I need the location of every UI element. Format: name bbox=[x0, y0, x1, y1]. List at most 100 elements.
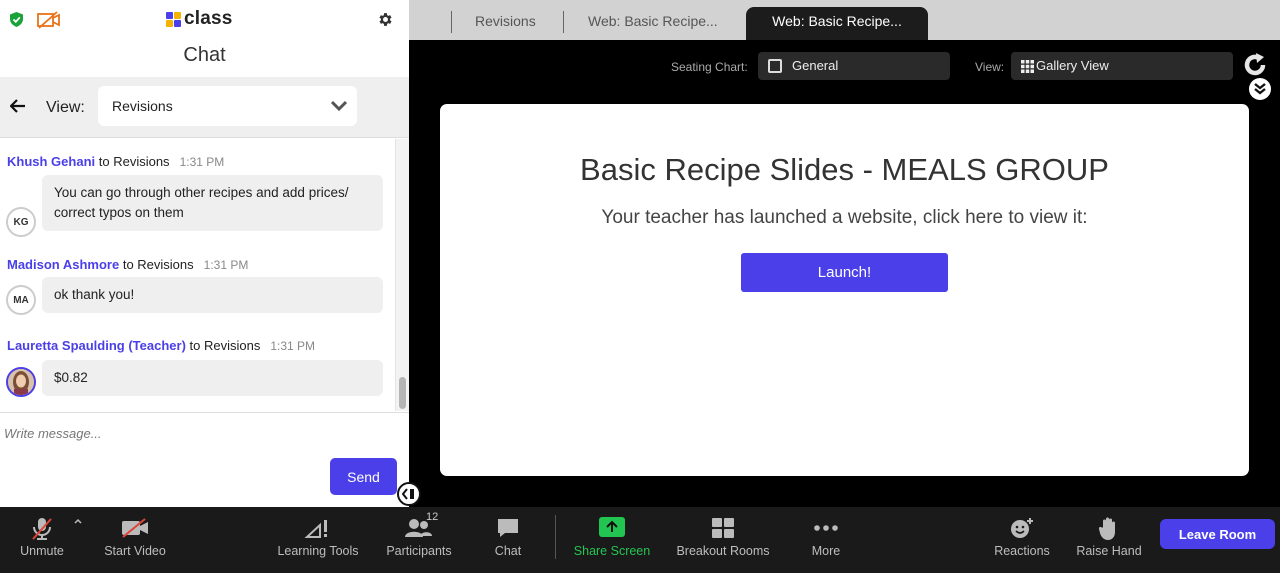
message-time: 1:31 PM bbox=[203, 258, 249, 272]
breakout-rooms-icon bbox=[712, 518, 734, 538]
collapse-panel-handle[interactable] bbox=[397, 482, 421, 506]
breakout-rooms-button[interactable]: Breakout Rooms bbox=[670, 507, 776, 573]
chat-bubble-icon bbox=[498, 519, 518, 537]
message-sender[interactable]: Madison Ashmore bbox=[7, 257, 119, 272]
share-screen-label: Share Screen bbox=[573, 544, 651, 558]
video-off-icon bbox=[122, 518, 148, 538]
card-subtitle: Your teacher has launched a website, cli… bbox=[601, 207, 1088, 228]
more-label: More bbox=[811, 544, 841, 558]
start-video-label: Start Video bbox=[104, 544, 166, 558]
seating-chart-label: Seating Chart: bbox=[671, 60, 748, 74]
tab-separator bbox=[451, 11, 452, 33]
collapse-chevron-icon bbox=[402, 488, 414, 500]
reactions-button[interactable]: Reactions bbox=[986, 507, 1058, 573]
gear-icon[interactable] bbox=[377, 11, 394, 28]
chat-message-header: Lauretta Spaulding (Teacher) to Revision… bbox=[7, 338, 315, 353]
chat-view-row: View: Revisions bbox=[0, 77, 409, 138]
start-video-button[interactable]: Start Video bbox=[96, 507, 174, 573]
avatar: MA bbox=[6, 285, 36, 315]
double-chevron-down-icon bbox=[1254, 83, 1266, 95]
leave-room-button[interactable]: Leave Room bbox=[1160, 519, 1275, 549]
chat-message-list: Khush Gehani to Revisions 1:31 PM You can… bbox=[0, 139, 395, 411]
launch-button[interactable]: Launch! bbox=[741, 253, 948, 292]
more-button[interactable]: More bbox=[796, 507, 856, 573]
message-sender[interactable]: Khush Gehani bbox=[7, 154, 95, 169]
view-mode-select[interactable]: Gallery View bbox=[1011, 52, 1233, 80]
message-recipient: to Revisions bbox=[189, 338, 261, 353]
teacher-photo-icon bbox=[8, 369, 34, 395]
view-mode-label: View: bbox=[975, 60, 1005, 74]
tab-bar: Revisions Web: Basic Recipe... Web: Basi… bbox=[409, 0, 1280, 40]
avatar-teacher-photo bbox=[6, 367, 36, 397]
reactions-label: Reactions bbox=[994, 544, 1050, 558]
checkbox-icon[interactable] bbox=[768, 59, 782, 73]
chat-button[interactable]: Chat bbox=[478, 507, 538, 573]
bottom-toolbar: Unmute Start Video Learning Tools 12 Par… bbox=[0, 507, 1280, 573]
view-bar: Seating Chart: General View: Gallery Vie… bbox=[409, 40, 1280, 104]
back-arrow-icon[interactable] bbox=[10, 98, 26, 114]
chat-view-select-value: Revisions bbox=[112, 98, 173, 114]
chat-view-select[interactable]: Revisions bbox=[98, 86, 357, 126]
message-sender[interactable]: Lauretta Spaulding (Teacher) bbox=[7, 338, 186, 353]
smiley-plus-icon bbox=[1011, 518, 1033, 538]
chat-label: Chat bbox=[494, 544, 522, 558]
tab-web-basic-recipe-1[interactable]: Web: Basic Recipe... bbox=[588, 7, 728, 40]
message-bubble: $0.82 bbox=[42, 360, 383, 396]
raise-hand-label: Raise Hand bbox=[1076, 544, 1142, 558]
chat-message-header: Madison Ashmore to Revisions 1:31 PM bbox=[7, 257, 248, 272]
message-bubble: You can go through other recipes and add… bbox=[42, 175, 383, 231]
view-mode-value: Gallery View bbox=[1036, 58, 1109, 73]
share-screen-button[interactable]: Share Screen bbox=[566, 507, 658, 573]
tab-revisions[interactable]: Revisions bbox=[475, 7, 555, 40]
message-time: 1:31 PM bbox=[270, 339, 316, 353]
toolbar-separator bbox=[555, 515, 556, 559]
unmute-label: Unmute bbox=[20, 544, 64, 558]
app-root: class Chat View: Revisions Khush Gehani … bbox=[0, 0, 1280, 573]
participants-icon-wrap: 12 bbox=[404, 511, 438, 539]
participants-button[interactable]: 12 Participants bbox=[378, 507, 460, 573]
message-time: 1:31 PM bbox=[179, 155, 225, 169]
avatar: KG bbox=[6, 207, 36, 237]
message-input[interactable] bbox=[4, 421, 394, 445]
grid-icon bbox=[1021, 60, 1034, 73]
unmute-button[interactable]: Unmute bbox=[0, 507, 84, 573]
tab-separator bbox=[563, 11, 564, 33]
class-logo: class bbox=[166, 8, 233, 29]
share-screen-icon bbox=[599, 517, 625, 537]
mic-off-icon bbox=[32, 518, 52, 540]
website-launch-card: Basic Recipe Slides - MEALS GROUP Your t… bbox=[440, 104, 1249, 476]
message-recipient: to Revisions bbox=[122, 257, 194, 272]
chat-compose: Send bbox=[0, 412, 409, 507]
chat-title: Chat bbox=[183, 44, 226, 66]
learning-tools-button[interactable]: Learning Tools bbox=[272, 507, 364, 573]
chevron-down-icon bbox=[331, 100, 347, 112]
refresh-icon[interactable] bbox=[1242, 52, 1268, 78]
message-recipient: to Revisions bbox=[98, 154, 170, 169]
scroll-down-icon[interactable] bbox=[1249, 78, 1271, 100]
class-logo-mark bbox=[166, 11, 181, 27]
learning-tools-label: Learning Tools bbox=[277, 544, 359, 558]
caret-up-icon[interactable] bbox=[73, 517, 83, 525]
learning-tools-icon bbox=[304, 520, 327, 538]
camera-off-icon[interactable] bbox=[37, 11, 61, 29]
chat-topbar: class bbox=[0, 0, 409, 40]
message-bubble: ok thank you! bbox=[42, 277, 383, 313]
participants-label: Participants bbox=[386, 544, 452, 558]
breakout-rooms-label: Breakout Rooms bbox=[676, 544, 770, 558]
view-label: View: bbox=[46, 99, 85, 116]
seating-chart-select[interactable]: General bbox=[758, 52, 950, 80]
participants-count: 12 bbox=[426, 511, 439, 523]
chat-scrollbar[interactable] bbox=[395, 139, 409, 411]
raise-hand-button[interactable]: Raise Hand bbox=[1072, 507, 1146, 573]
shield-check-icon bbox=[10, 12, 23, 27]
tab-web-basic-recipe-active[interactable]: Web: Basic Recipe... bbox=[746, 7, 928, 40]
chat-message-header: Khush Gehani to Revisions 1:31 PM bbox=[7, 154, 224, 169]
send-button[interactable]: Send bbox=[330, 458, 397, 495]
card-title: Basic Recipe Slides - MEALS GROUP bbox=[580, 152, 1109, 187]
chat-scroll-thumb[interactable] bbox=[399, 377, 406, 409]
seating-chart-value: General bbox=[792, 58, 839, 73]
raise-hand-icon bbox=[1098, 517, 1115, 540]
more-dots-icon bbox=[814, 525, 838, 531]
chat-panel: class Chat View: Revisions Khush Gehani … bbox=[0, 0, 409, 507]
class-logo-text: class bbox=[184, 8, 233, 29]
